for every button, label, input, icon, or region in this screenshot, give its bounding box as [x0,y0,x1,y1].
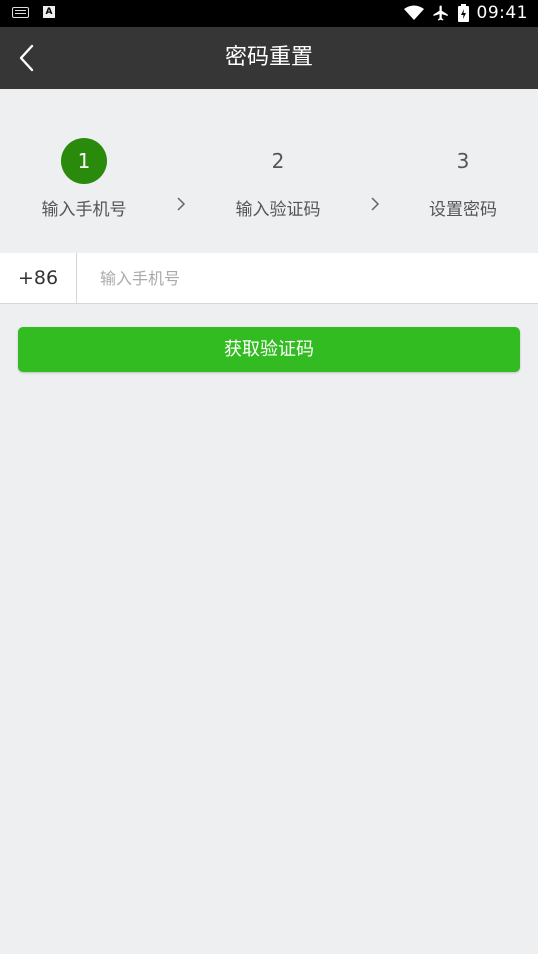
get-verification-code-button[interactable]: 获取验证码 [18,327,520,372]
phone-number-input[interactable] [100,253,520,304]
page-title: 密码重置 [224,45,313,70]
step-2-label: 输入验证码 [235,200,321,220]
status-time: 09:41 [476,3,528,23]
step-3-number: 3 [456,149,470,173]
status-bar: A 09:41 [0,0,538,27]
airplane-mode-icon [433,5,448,21]
wifi-icon [403,5,424,20]
step-1-label: 输入手机号 [41,200,127,220]
step-3: 3 设置密码 [393,138,533,220]
chevron-right-icon [371,197,380,211]
text-input-icon: A [43,6,55,18]
battery-charging-icon [457,4,469,22]
step-2-number: 2 [271,149,285,173]
app-bar: 密码重置 [0,27,538,89]
country-code-selector[interactable]: +86 [0,253,77,304]
step-1-number: 1 [61,138,107,184]
keyboard-icon [12,6,29,18]
phone-input-row: +86 [0,253,538,304]
step-2: 2 输入验证码 [208,138,348,220]
step-1: 1 输入手机号 [14,138,154,220]
step-indicator: 1 输入手机号 2 输入验证码 3 设置密码 [0,89,538,253]
step-3-label: 设置密码 [429,200,497,220]
chevron-right-icon [177,197,186,211]
